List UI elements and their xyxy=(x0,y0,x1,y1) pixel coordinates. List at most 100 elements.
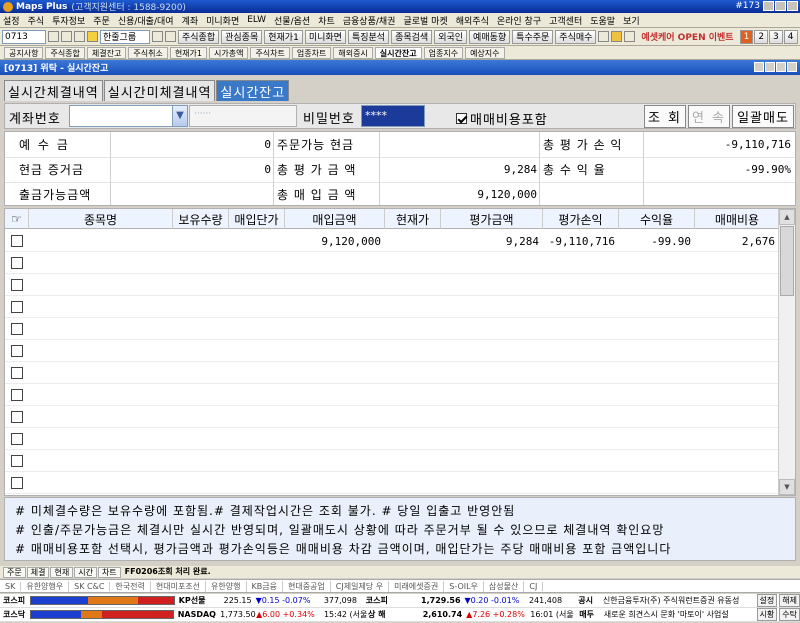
account-input[interactable] xyxy=(69,105,173,127)
menu-item[interactable]: 도움말 xyxy=(590,14,615,27)
menu-item[interactable]: 보기 xyxy=(623,14,640,27)
toolbar-button[interactable]: 특징분석 xyxy=(347,29,390,44)
sell-all-button[interactable]: 일괄매도 xyxy=(732,105,794,128)
row-checkbox[interactable] xyxy=(11,323,23,335)
table-row[interactable] xyxy=(5,428,779,450)
menu-item[interactable]: 계좌 xyxy=(182,14,199,27)
maximize-icon[interactable] xyxy=(775,1,786,11)
status-tab[interactable]: 차트 xyxy=(97,566,121,578)
menu-item[interactable]: 투자정보 xyxy=(52,14,85,27)
row-checkbox[interactable] xyxy=(11,301,23,313)
menu-item[interactable]: 고객센터 xyxy=(549,14,582,27)
scroll-down-icon[interactable]: ▼ xyxy=(779,479,795,495)
close-icon[interactable] xyxy=(787,1,798,11)
search-icon[interactable] xyxy=(48,31,59,42)
stock-strip-item[interactable]: 현대미포조선 xyxy=(151,580,207,592)
chevron-down-icon[interactable]: ▼ xyxy=(172,105,188,127)
checkbox-icon[interactable] xyxy=(456,113,467,124)
toolbar-button[interactable]: 예매동향 xyxy=(469,29,511,44)
row-checkbox[interactable] xyxy=(11,279,23,291)
deposit-button[interactable]: 수탁 xyxy=(779,608,800,621)
status-tab[interactable]: 체결 xyxy=(26,566,50,578)
table-row[interactable] xyxy=(5,472,779,494)
tab-realtime-unfilled[interactable]: 실시간미체결내역 xyxy=(103,80,216,101)
folder-icon[interactable] xyxy=(611,31,623,42)
maximize-icon[interactable] xyxy=(776,62,786,72)
tab-realtime-balance[interactable]: 실시간잔고 xyxy=(216,80,290,101)
col-current-price[interactable]: 현재가 xyxy=(385,209,441,229)
tab-realtime-fills[interactable]: 실시간체결내역 xyxy=(4,80,103,101)
menu-item[interactable]: ELW xyxy=(247,15,266,25)
menu-item[interactable]: 주문 xyxy=(93,14,110,27)
table-row[interactable] xyxy=(5,362,779,384)
window-tab[interactable]: 체결잔고 xyxy=(86,46,127,59)
menu-item[interactable]: 미니화면 xyxy=(206,14,239,27)
toolbar-button[interactable]: 주식매수 xyxy=(555,29,597,44)
menu-item[interactable]: 글로벌 마켓 xyxy=(403,14,447,27)
window-tab[interactable]: 업종차트 xyxy=(291,46,332,59)
stock-strip-item[interactable]: 현대중공업 xyxy=(283,580,331,592)
window-tab[interactable]: 시가총액 xyxy=(208,46,249,59)
status-tab[interactable]: 현재 xyxy=(50,566,74,578)
stock-strip-item[interactable]: 미래에셋증권 xyxy=(389,580,445,592)
row-checkbox[interactable] xyxy=(11,477,23,489)
printer-icon[interactable] xyxy=(624,31,636,42)
window-tab[interactable]: 주식종합 xyxy=(45,46,85,59)
zoom-icon[interactable] xyxy=(61,31,72,42)
stock-strip-item[interactable]: 유한양행우 xyxy=(21,580,70,592)
settings-button[interactable]: 설정 xyxy=(756,594,778,607)
toolbar-button[interactable]: 외국인 xyxy=(434,29,468,44)
window-tab[interactable]: 현재가1 xyxy=(169,46,207,59)
star-icon[interactable] xyxy=(87,31,98,42)
window-tab[interactable]: 해외증시 xyxy=(333,46,373,59)
table-row[interactable] xyxy=(5,384,779,406)
event-banner[interactable]: 예셋케어 OPEN 이벤트 xyxy=(641,30,733,43)
add-icon[interactable] xyxy=(165,31,176,42)
password-input[interactable]: **** xyxy=(361,105,425,127)
table-row[interactable]: 9,120,000 9,284 -9,110,716 -99.90 2,676 xyxy=(5,230,779,252)
row-checkbox[interactable] xyxy=(11,433,23,445)
table-row[interactable] xyxy=(5,296,779,318)
menu-item[interactable]: 신용/대출/대여 xyxy=(118,14,174,27)
col-return[interactable]: 수익율 xyxy=(619,209,695,229)
toolbar-button[interactable]: 현재가1 xyxy=(264,29,303,44)
table-row[interactable] xyxy=(5,252,779,274)
menu-item[interactable]: 금융상품/채권 xyxy=(343,14,396,27)
table-row[interactable] xyxy=(5,340,779,362)
toolbar-button[interactable]: 특수주문 xyxy=(512,29,554,44)
status-tab[interactable]: 시간 xyxy=(74,566,97,578)
col-pl[interactable]: 평가손익 xyxy=(543,209,619,229)
status-tab[interactable]: 주문 xyxy=(3,566,26,578)
table-row[interactable] xyxy=(5,318,779,340)
grid-icon[interactable] xyxy=(74,31,85,42)
page-button[interactable]: 4 xyxy=(783,29,798,44)
page-button[interactable]: 2 xyxy=(754,29,769,44)
window-tab[interactable]: 실시간잔고 xyxy=(374,46,422,59)
page-button[interactable]: 1 xyxy=(739,29,754,44)
scroll-thumb[interactable] xyxy=(780,226,794,296)
fee-include-checkbox[interactable]: 매매비용포함 xyxy=(456,109,548,128)
menu-item[interactable]: 주식 xyxy=(28,14,45,27)
col-eval-amount[interactable]: 평가금액 xyxy=(441,209,543,229)
news-headline[interactable]: 새로운 희견스시 문화 '마토이' 사업설 xyxy=(604,609,755,620)
stock-strip-item[interactable]: S-OIL우 xyxy=(444,580,484,592)
row-checkbox[interactable] xyxy=(11,389,23,401)
row-checkbox[interactable] xyxy=(11,367,23,379)
help-icon[interactable] xyxy=(754,62,764,72)
query-button[interactable]: 조 회 xyxy=(644,105,686,128)
table-row[interactable] xyxy=(5,406,779,428)
menu-item[interactable]: 설정 xyxy=(3,14,20,27)
menu-item[interactable]: 차트 xyxy=(318,14,335,27)
table-row[interactable] xyxy=(5,450,779,472)
toolbar-button[interactable]: 관심종목 xyxy=(221,29,263,44)
window-tab[interactable]: 업종지수 xyxy=(423,46,464,59)
stock-strip-item[interactable]: 한국전력 xyxy=(110,580,151,592)
release-button[interactable]: 해제 xyxy=(779,594,800,607)
row-checkbox[interactable] xyxy=(11,235,23,247)
market-button[interactable]: 시황 xyxy=(756,608,778,621)
window-tab[interactable]: 예상지수 xyxy=(465,46,505,59)
next-button[interactable]: 연 속 xyxy=(688,105,730,128)
toolbar-button[interactable]: 주식종합 xyxy=(178,29,220,44)
edit-icon[interactable] xyxy=(152,31,163,42)
col-buy-amount[interactable]: 매입금액 xyxy=(285,209,385,229)
